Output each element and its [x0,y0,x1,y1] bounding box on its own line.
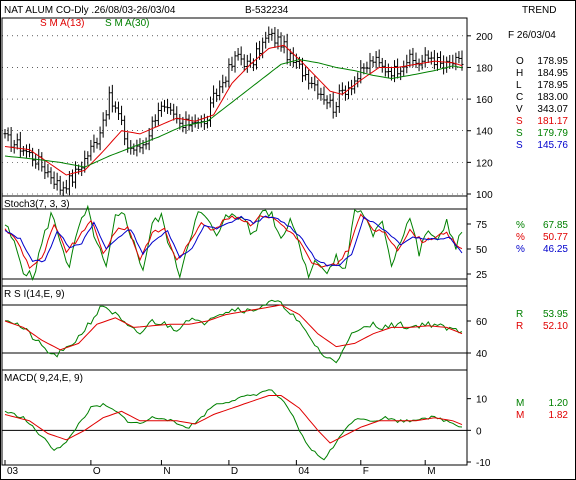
macd-axis-tick-label: 0 [476,426,482,437]
stoch-reading-key: % [516,232,525,243]
rsi-signal-line [4,304,463,351]
x-axis-label: M [427,466,435,477]
stat-value: 184.95 [537,68,568,79]
rsi-reading-key: R [516,309,523,320]
price-panel-frame [1,17,468,197]
rsi-axis-tick-label: 60 [476,317,488,328]
legend-sma-long: S M A(30) [105,18,149,29]
stat-value: 343.07 [537,104,568,115]
plot-layer [2,26,471,465]
macd-reading-key: M [516,410,524,421]
x-axis-label: D [231,466,238,477]
rsi-reading-value: 53.95 [543,309,568,320]
x-axis-label: 03 [7,466,19,477]
stat-value: 178.95 [537,56,568,67]
stat-key: S [516,128,523,139]
rsi-panel-frame [1,285,468,371]
rsi-reading-key: R [516,321,523,332]
stoch-reading-value: 67.85 [543,220,568,231]
stat-value: 179.79 [537,128,568,139]
stat-value: 181.17 [537,116,568,127]
price-axis-tick-label: 120 [476,158,493,169]
price-axis-tick-label: 160 [476,95,493,106]
security-code: B-532234 [245,5,289,16]
stoch-reading-key: % [516,220,525,231]
readings-layer: 100120140160180200O 178.95H 184.95L 178.95C… [7,32,568,477]
stat-key: S [516,116,523,127]
x-axis-label: O [93,466,101,477]
stoch-reading-key: % [516,244,525,255]
x-axis-label: N [163,466,170,477]
macd-reading-value: 1.20 [549,398,569,409]
stoch-reading-value: 46.25 [543,244,568,255]
date-label: F 26/03/04 [508,30,556,41]
rsi-title: R S I(14,E, 9) [4,289,65,300]
stoch-axis-tick-label: 75 [476,220,488,231]
price-axis-tick-label: 100 [476,190,493,201]
rsi-reading-value: 52.10 [543,321,568,332]
stat-key: H [516,68,523,79]
chart-title: NAT ALUM CO-Dly .26/08/03-26/03/04 [4,5,176,16]
macd-line [4,389,463,461]
price-axis-tick-label: 180 [476,63,493,74]
stoch-axis-tick-label: 50 [476,245,488,256]
stat-key: S [516,140,523,151]
legend-sma-short: S M A(13) [40,18,84,29]
stat-key: V [516,104,523,115]
stat-value: 183.00 [537,92,568,103]
stat-value: 178.95 [537,80,568,91]
price-axis-tick-label: 140 [476,127,493,138]
x-axis-label: 04 [298,466,310,477]
stat-key: C [516,92,523,103]
macd-reading-value: 1.82 [549,410,569,421]
price-axis-tick-label: 200 [476,32,493,43]
stat-value: 145.76 [537,140,568,151]
stoch-axis-tick-label: 25 [476,270,488,281]
rsi-axis-tick-label: 40 [476,349,488,360]
stoch-title: Stoch3(7, 3, 3) [4,199,70,210]
trend-label: TREND [522,5,556,16]
stoch-sd-line [4,215,463,267]
x-axis-label: F [363,466,369,477]
macd-reading-key: M [516,398,524,409]
stat-key: L [516,80,522,91]
stoch-reading-value: 50.77 [543,232,568,243]
chart-canvas: NAT ALUM CO-Dly .26/08/03-26/03/04 B-532… [0,0,576,480]
stat-key: O [516,56,524,67]
macd-axis-tick-label: 10 [476,395,488,406]
macd-panel-frame [1,369,468,466]
sma-short-line [4,44,463,176]
macd-axis-tick-label: -10 [476,458,491,469]
macd-title: MACD( 9,24,E, 9) [4,373,83,384]
